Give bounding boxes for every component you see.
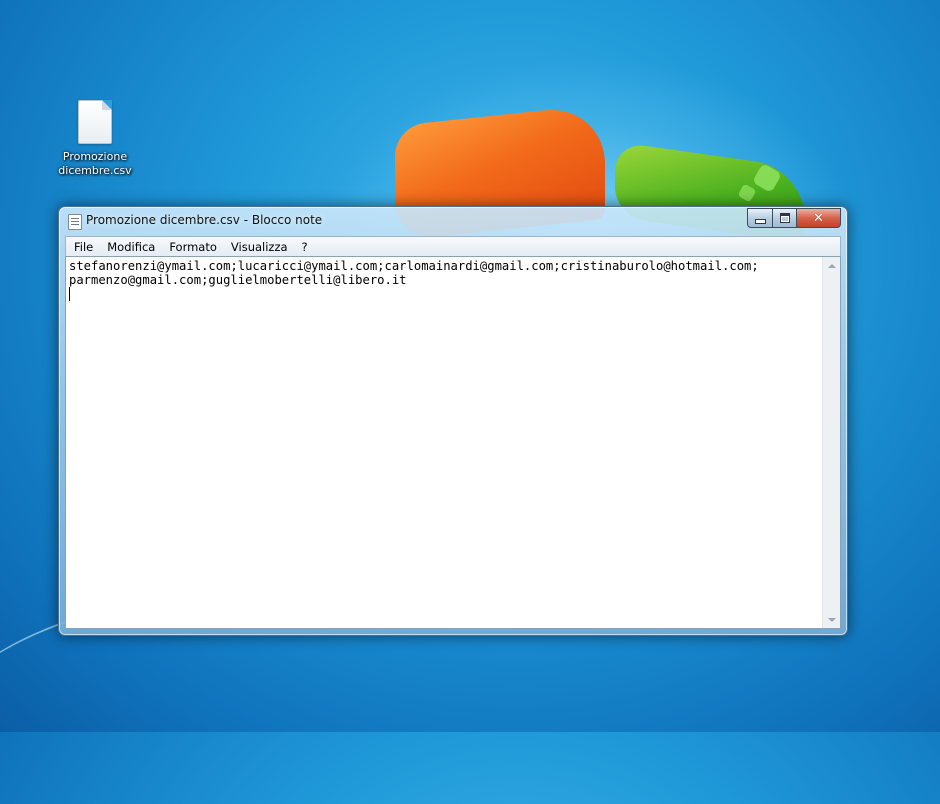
notepad-icon[interactable]: [68, 214, 82, 230]
maximize-icon: [779, 213, 790, 223]
menu-formato[interactable]: Formato: [163, 240, 223, 254]
menu-bar: File Modifica Formato Visualizza ?: [65, 236, 841, 256]
chevron-up-icon: [827, 263, 836, 268]
menu-file[interactable]: File: [68, 240, 99, 254]
desktop-icon-label-line1: Promozione: [62, 150, 128, 163]
maximize-button[interactable]: [772, 208, 796, 228]
window-title: Promozione dicembre.csv - Blocco note: [86, 213, 323, 227]
menu-visualizza[interactable]: Visualizza: [225, 240, 294, 254]
desktop-icon-promozione-csv[interactable]: Promozione dicembre.csv: [56, 100, 134, 178]
notepad-window[interactable]: Promozione dicembre.csv - Blocco note ✕ …: [58, 206, 848, 636]
content-line: stefanorenzi@ymail.com;lucaricci@ymail.c…: [69, 259, 759, 273]
close-icon: ✕: [813, 210, 824, 226]
text-caret: [69, 287, 70, 301]
scroll-down-button[interactable]: [823, 611, 840, 628]
title-bar[interactable]: Promozione dicembre.csv - Blocco note ✕: [59, 207, 847, 235]
desktop-icon-label: Promozione dicembre.csv: [56, 150, 134, 178]
document-icon: [78, 100, 112, 144]
scroll-up-button[interactable]: [823, 257, 840, 274]
caption-buttons: ✕: [747, 208, 841, 228]
menu-modifica[interactable]: Modifica: [101, 240, 161, 254]
vertical-scrollbar[interactable]: [822, 257, 840, 628]
text-editor[interactable]: stefanorenzi@ymail.com;lucaricci@ymail.c…: [65, 256, 841, 629]
desktop-icon-label-line2: dicembre.csv: [58, 164, 132, 177]
minimize-button[interactable]: [747, 208, 772, 228]
minimize-icon: [754, 218, 766, 224]
chevron-down-icon: [827, 617, 836, 622]
menu-help[interactable]: ?: [296, 240, 314, 254]
editor-content[interactable]: stefanorenzi@ymail.com;lucaricci@ymail.c…: [69, 259, 820, 626]
close-button[interactable]: ✕: [796, 208, 841, 228]
content-line: parmenzo@gmail.com;guglielmobertelli@lib…: [69, 273, 407, 287]
